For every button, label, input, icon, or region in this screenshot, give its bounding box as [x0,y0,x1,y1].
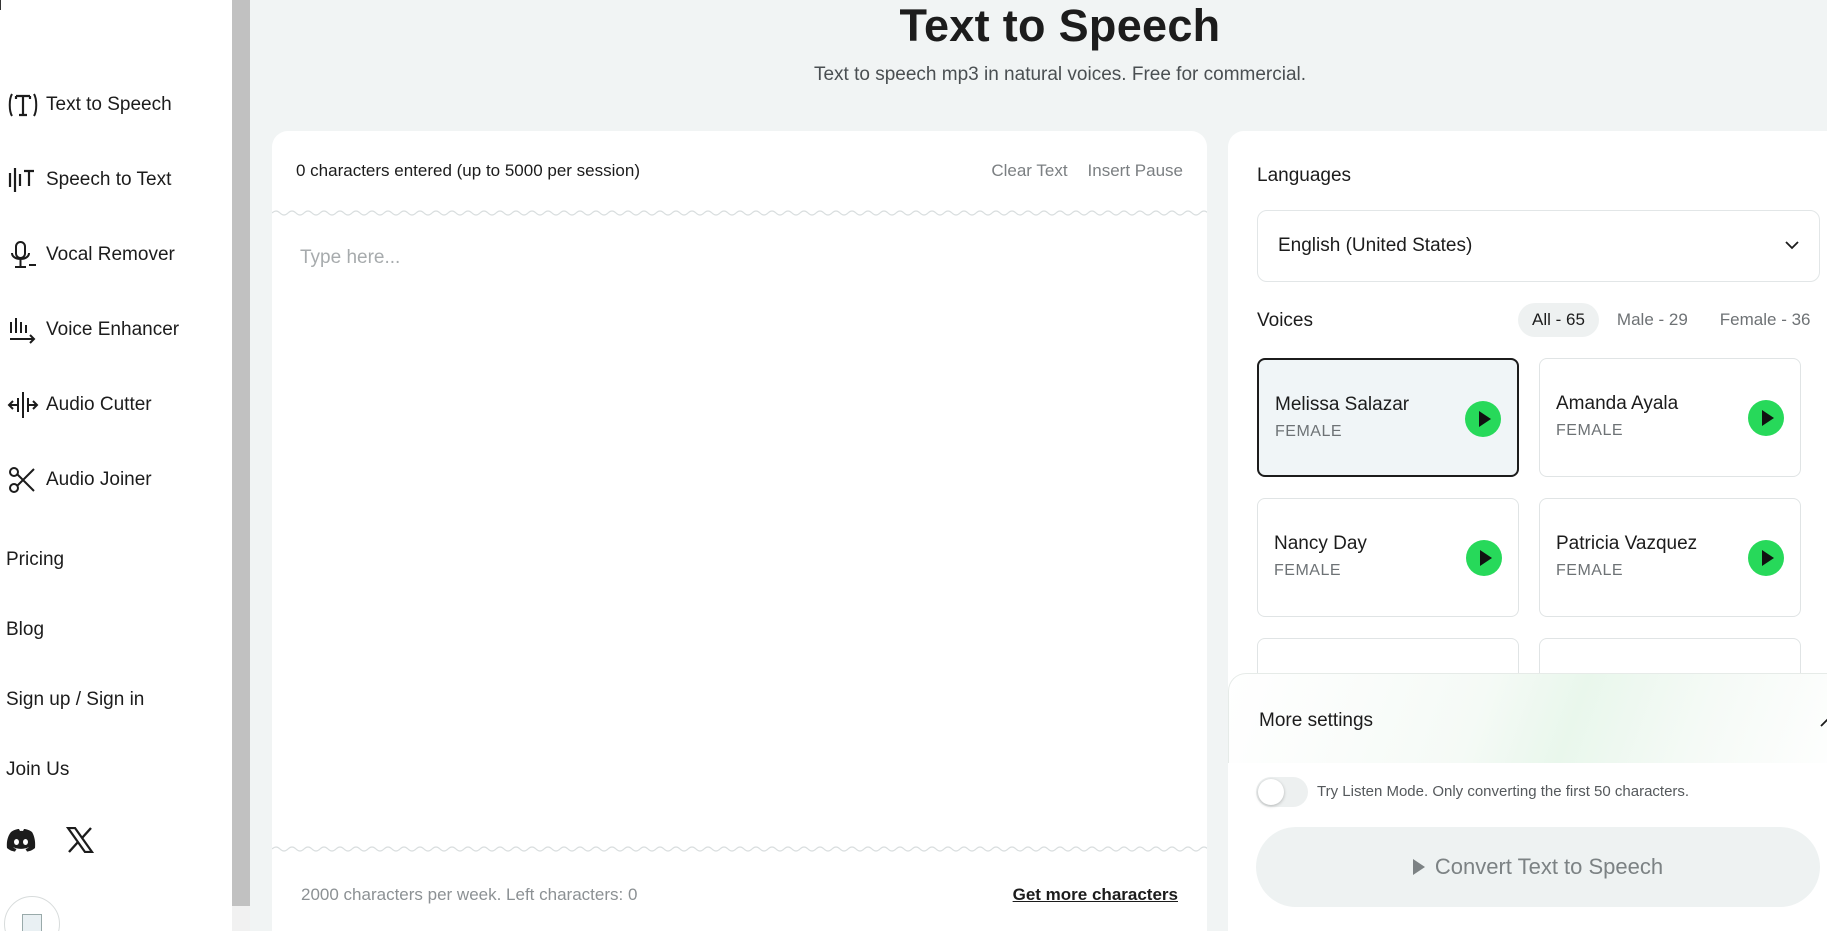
sidebar-scrollbar-thumb[interactable] [232,0,250,906]
discord-icon[interactable] [5,824,37,856]
sidebar-item-label: Text to Speech [46,94,172,115]
voice-card[interactable]: Amanda Ayala FEMALE [1539,358,1801,477]
play-voice-button[interactable] [1748,540,1784,576]
sidebar-item-speech-to-text[interactable]: Speech to Text [6,160,171,200]
audio-cutter-icon [6,388,40,422]
sidebar-item-audio-cutter[interactable]: Audio Cutter [6,385,152,425]
sidebar-item-label: Vocal Remover [46,244,175,265]
languages-title: Languages [1257,165,1352,186]
avatar [4,896,60,931]
sidebar-item-label: Audio Cutter [46,394,152,415]
sidebar: Text to Speech Speech to Text Vocal Remo… [0,0,232,931]
sign-in-link[interactable]: Sign up / Sign in [6,689,144,711]
toggle-knob [1258,779,1284,805]
wavy-divider-top [272,210,1207,216]
x-icon[interactable] [64,824,96,856]
voice-card[interactable]: Melissa Salazar FEMALE [1257,358,1519,477]
text-to-speech-icon [6,88,40,122]
pricing-link[interactable]: Pricing [6,549,64,571]
play-icon [1762,550,1774,566]
filter-all[interactable]: All - 65 [1518,303,1599,337]
voice-enhancer-icon [6,313,40,347]
microphone-icon [6,238,40,272]
play-voice-button[interactable] [1748,400,1784,436]
weekly-limit-text: 2000 characters per week. Left character… [301,885,638,904]
voice-filters: All - 65 Male - 29 Female - 36 [1518,303,1825,337]
join-us-link[interactable]: Join Us [6,759,69,781]
voice-card[interactable]: Nancy Day FEMALE [1257,498,1519,617]
blog-link[interactable]: Blog [6,619,44,641]
voice-gender: FEMALE [1275,423,1343,440]
corner-mark [0,0,3,10]
play-icon [1480,550,1492,566]
sidebar-item-audio-joiner[interactable]: Audio Joiner [6,460,152,500]
sidebar-item-label: Voice Enhancer [46,319,180,340]
insert-pause-button[interactable]: Insert Pause [1088,161,1183,181]
wavy-divider-bottom [272,846,1207,852]
more-settings-toggle[interactable]: More settings [1228,673,1827,773]
waveform-text-icon [6,163,40,197]
voice-gender: FEMALE [1274,562,1342,579]
convert-panel: Try Listen Mode. Only converting the fir… [1228,763,1827,931]
text-editor-card: 0 characters entered (up to 5000 per ses… [272,131,1207,931]
sidebar-item-text-to-speech[interactable]: Text to Speech [6,85,172,125]
voice-name: Melissa Salazar [1275,394,1410,415]
voice-card[interactable]: Patricia Vazquez FEMALE [1539,498,1801,617]
filter-male[interactable]: Male - 29 [1603,303,1702,337]
voice-gender: FEMALE [1556,562,1624,579]
filter-female[interactable]: Female - 36 [1706,303,1825,337]
chevron-down-icon [1785,237,1799,255]
language-select[interactable]: English (United States) [1257,210,1820,282]
listen-mode-toggle[interactable] [1256,777,1308,807]
sidebar-item-label: Audio Joiner [46,469,152,490]
sidebar-item-label: Speech to Text [46,169,172,190]
voices-title: Voices [1257,310,1313,331]
convert-button[interactable]: Convert Text to Speech [1256,827,1820,907]
voice-name: Amanda Ayala [1556,393,1679,414]
scissors-icon [6,463,40,497]
editor-actions: Clear Text Insert Pause [991,161,1183,181]
page-title: Text to Speech [899,0,1221,51]
clear-text-button[interactable]: Clear Text [991,161,1067,181]
play-icon [1412,859,1425,875]
get-more-characters-link[interactable]: Get more characters [1013,885,1178,905]
sidebar-item-voice-enhancer[interactable]: Voice Enhancer [6,310,179,350]
voice-gender: FEMALE [1556,422,1624,439]
sidebar-scrollbar-track[interactable] [232,906,250,931]
convert-button-label: Convert Text to Speech [1434,854,1664,879]
play-icon [1762,410,1774,426]
listen-mode-label: Try Listen Mode. Only converting the fir… [1317,783,1690,800]
play-voice-button[interactable] [1466,540,1502,576]
voice-name: Nancy Day [1274,533,1367,554]
page-subtitle: Text to speech mp3 in natural voices. Fr… [813,64,1307,85]
voice-name: Patricia Vazquez [1556,533,1698,554]
text-input[interactable] [300,247,1180,847]
play-icon [1479,411,1491,427]
more-settings-label: More settings [1259,710,1374,731]
language-selected-value: English (United States) [1278,235,1473,256]
character-count: 0 characters entered (up to 5000 per ses… [296,161,640,180]
play-voice-button[interactable] [1465,401,1501,437]
sidebar-item-vocal-remover[interactable]: Vocal Remover [6,235,175,275]
chevron-up-icon [1820,714,1827,732]
